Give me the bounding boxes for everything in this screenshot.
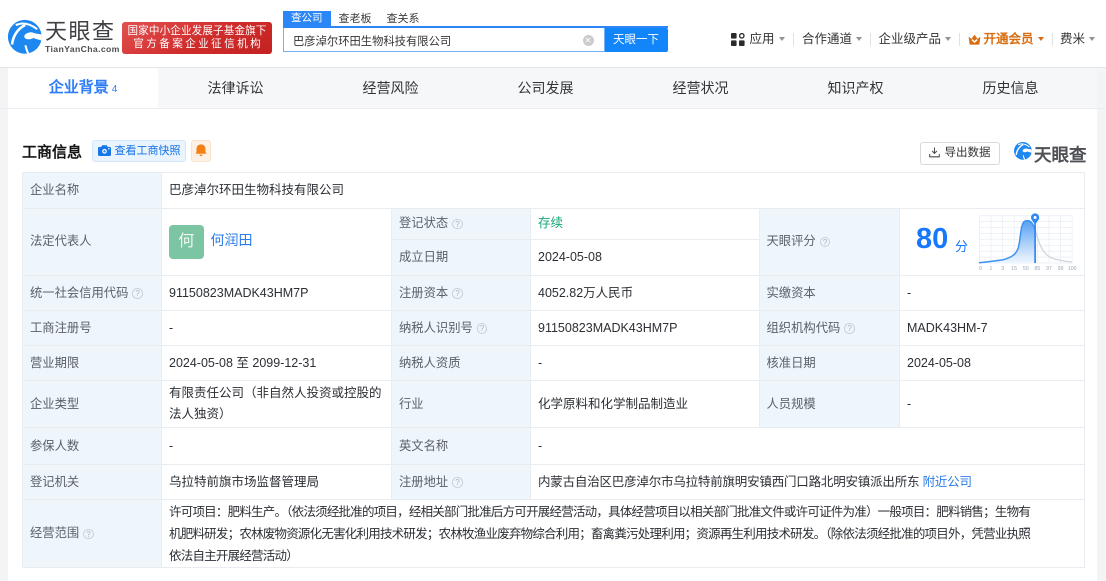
svg-text:3: 3 [1001, 266, 1004, 272]
svg-text:1: 1 [990, 266, 993, 272]
svg-text:15: 15 [1011, 266, 1017, 272]
svg-text:99: 99 [1058, 266, 1064, 272]
svg-text:100: 100 [1068, 266, 1077, 272]
svg-text:50: 50 [1023, 266, 1029, 272]
svg-text:0: 0 [979, 266, 982, 272]
svg-text:85: 85 [1035, 266, 1041, 272]
svg-text:97: 97 [1046, 266, 1052, 272]
